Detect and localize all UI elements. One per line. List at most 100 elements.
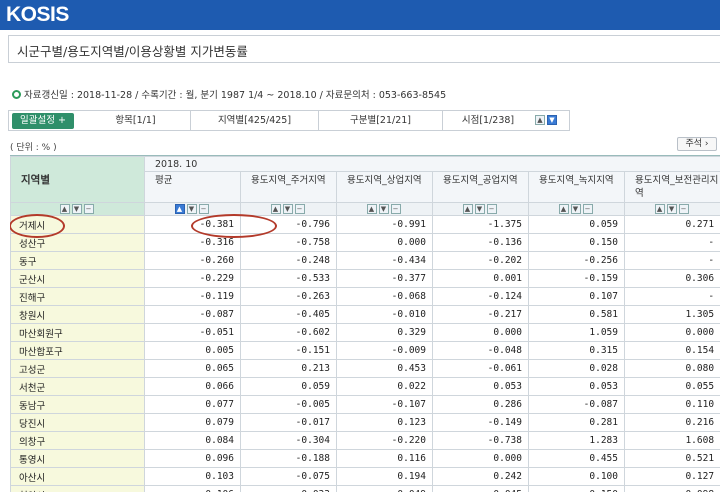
table-cell[interactable]: - [623,233,720,252]
table-cell[interactable]: -0.048 [432,341,529,360]
table-cell[interactable]: -0.051 [144,323,241,342]
table-cell[interactable]: 0.000 [623,323,720,342]
table-cell[interactable]: 0.059 [528,215,625,234]
table-cell[interactable]: 0.286 [432,395,529,414]
table-cell[interactable]: 0.216 [623,413,720,432]
table-cell[interactable]: -0.217 [432,305,529,324]
table-cell[interactable]: -0.229 [144,269,241,288]
table-cell[interactable]: -0.119 [144,287,241,306]
table-cell[interactable]: 0.150 [528,485,625,492]
minus-icon[interactable]: − [678,203,689,214]
table-row[interactable]: 창원시 -0.087 -0.405 -0.010 -0.217 0.581 1.305 [10,305,720,324]
table-cell[interactable]: - [623,287,720,306]
row-region-name[interactable]: 마산합포구 [10,341,145,360]
table-row[interactable]: 거제시 -0.381 -0.796 -0.991 -1.375 0.059 0.271 [10,215,720,234]
table-cell[interactable]: -0.061 [432,359,529,378]
sort-desc-icon[interactable]: ▼ [186,203,197,214]
table-cell[interactable]: -0.005 [240,395,337,414]
table-cell[interactable]: -0.151 [240,341,337,360]
table-cell[interactable]: 0.045 [432,485,529,492]
chevron-up-icon[interactable]: ▲ [535,115,545,125]
table-cell[interactable]: 0.127 [623,467,720,486]
table-cell[interactable]: -0.087 [528,395,625,414]
row-region-name[interactable]: 천안시 [10,485,145,492]
tab-item[interactable]: 항목[1/1] [81,111,191,130]
table-row[interactable]: 마산회원구 -0.051 -0.602 0.329 0.000 1.059 0.000 [10,323,720,342]
table-cell[interactable]: -0.263 [240,287,337,306]
table-cell[interactable]: -0.248 [240,251,337,270]
table-cell[interactable]: -0.758 [240,233,337,252]
table-cell[interactable]: -0.377 [336,269,433,288]
table-row[interactable]: 의창구 0.084 -0.304 -0.220 -0.738 1.283 1.608 [10,431,720,450]
table-cell[interactable]: 0.521 [623,449,720,468]
table-row[interactable]: 동구 -0.260 -0.248 -0.434 -0.202 -0.256- [10,251,720,270]
sort-asc-icon[interactable]: ▲ [174,203,185,214]
table-cell[interactable]: -0.136 [432,233,529,252]
table-cell[interactable]: 0.005 [144,341,241,360]
table-cell[interactable]: 0.453 [336,359,433,378]
table-row[interactable]: 군산시 -0.229 -0.533 -0.377 0.001 -0.159 0.306 [10,269,720,288]
table-cell[interactable]: -0.087 [144,305,241,324]
table-cell[interactable]: -0.202 [432,251,529,270]
chevron-down-icon[interactable]: ▼ [547,115,557,125]
table-cell[interactable]: 0.106 [144,485,241,492]
table-row[interactable]: 동남구 0.077 -0.005 -0.107 0.286 -0.087 0.110 [10,395,720,414]
table-cell[interactable]: -0.304 [240,431,337,450]
table-cell[interactable]: 1.283 [528,431,625,450]
row-region-name[interactable]: 창원시 [10,305,145,324]
table-cell[interactable]: 0.033 [240,485,337,492]
table-cell[interactable]: 0.271 [623,215,720,234]
table-row[interactable]: 고성군 0.065 0.213 0.453 -0.061 0.028 0.080 [10,359,720,378]
row-region-name[interactable]: 거제시 [10,215,145,234]
sort-desc-icon[interactable]: ▼ [378,203,389,214]
table-cell[interactable]: 1.305 [623,305,720,324]
table-row[interactable]: 통영시 0.096 -0.188 0.116 0.000 0.455 0.521 [10,449,720,468]
table-cell[interactable]: 0.455 [528,449,625,468]
sort-desc-icon[interactable]: ▼ [570,203,581,214]
table-cell[interactable]: 0.080 [623,359,720,378]
row-region-name[interactable]: 아산시 [10,467,145,486]
table-row[interactable]: 진해구 -0.119 -0.263 -0.068 -0.124 0.107- [10,287,720,306]
row-region-name[interactable]: 마산회원구 [10,323,145,342]
sort-asc-icon[interactable]: ▲ [270,203,281,214]
table-cell[interactable]: -0.796 [240,215,337,234]
table-cell[interactable]: 0.213 [240,359,337,378]
row-region-name[interactable]: 군산시 [10,269,145,288]
table-cell[interactable]: 0.000 [432,449,529,468]
table-cell[interactable]: -0.009 [336,341,433,360]
row-region-name[interactable]: 고성군 [10,359,145,378]
table-cell[interactable]: 0.001 [432,269,529,288]
table-cell[interactable]: 0.059 [240,377,337,396]
row-region-name[interactable]: 동남구 [10,395,145,414]
table-cell[interactable]: -0.017 [240,413,337,432]
table-cell[interactable]: -0.405 [240,305,337,324]
row-region-name[interactable]: 진해구 [10,287,145,306]
table-cell[interactable]: 0.150 [528,233,625,252]
table-cell[interactable]: -0.738 [432,431,529,450]
table-cell[interactable]: 0.028 [528,359,625,378]
sort-asc-icon[interactable]: ▲ [462,203,473,214]
table-cell[interactable]: 0.066 [144,377,241,396]
table-cell[interactable]: 0.096 [144,449,241,468]
table-row[interactable]: 성산구 -0.316 -0.758 0.000 -0.136 0.150- [10,233,720,252]
table-row[interactable]: 당진시 0.079 -0.017 0.123 -0.149 0.281 0.216 [10,413,720,432]
table-cell[interactable]: -0.075 [240,467,337,486]
table-cell[interactable]: 0.242 [432,467,529,486]
table-cell[interactable]: 0.098 [623,485,720,492]
sort-desc-icon[interactable]: ▼ [71,203,82,214]
table-cell[interactable]: 0.079 [144,413,241,432]
minus-icon[interactable]: − [390,203,401,214]
table-cell[interactable]: -0.991 [336,215,433,234]
table-cell[interactable]: 1.059 [528,323,625,342]
table-cell[interactable]: 1.608 [623,431,720,450]
annotation-button[interactable]: 주석 › [677,137,717,151]
kosis-logo[interactable]: KOSIS [6,3,69,27]
table-cell[interactable]: -0.533 [240,269,337,288]
sort-asc-icon[interactable]: ▲ [654,203,665,214]
table-cell[interactable]: 0.049 [336,485,433,492]
sort-desc-icon[interactable]: ▼ [282,203,293,214]
tab-category[interactable]: 구분별[21/21] [319,111,443,130]
table-cell[interactable]: 0.315 [528,341,625,360]
table-cell[interactable]: 0.055 [623,377,720,396]
table-cell[interactable]: 0.123 [336,413,433,432]
